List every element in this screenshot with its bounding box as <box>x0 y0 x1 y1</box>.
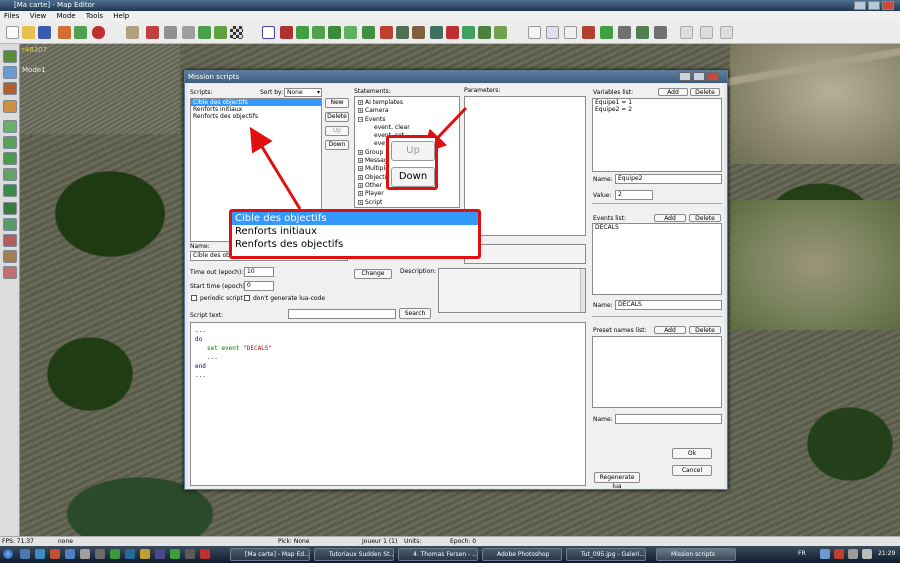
quicklaunch-icon[interactable] <box>140 549 150 559</box>
quicklaunch-icon[interactable] <box>110 549 120 559</box>
status-none: none <box>58 538 73 545</box>
taskbar-item[interactable]: [Ma carte] - Map Ed... <box>230 548 310 561</box>
taskbar-item[interactable]: Mission scripts <box>656 548 736 561</box>
units-readout: Units: <box>404 538 422 545</box>
quicklaunch-icon[interactable] <box>170 549 180 559</box>
quicklaunch-icon[interactable] <box>50 549 60 559</box>
quicklaunch-icon[interactable] <box>95 549 105 559</box>
quicklaunch-icon[interactable] <box>20 549 30 559</box>
start-button-icon[interactable] <box>3 549 13 559</box>
tray-icon[interactable] <box>834 549 844 559</box>
taskbar: [Ma carte] - Map Ed... Tutoriaux Sudden … <box>0 546 900 563</box>
callout-arrows <box>249 106 468 210</box>
tray-icon[interactable] <box>820 549 830 559</box>
taskbar-item[interactable]: Adobe Photoshop <box>482 548 562 561</box>
quicklaunch-icon[interactable] <box>125 549 135 559</box>
network-icon[interactable] <box>848 549 858 559</box>
quicklaunch-icon[interactable] <box>185 549 195 559</box>
callout-up-button: Up <box>391 141 435 161</box>
callout-list-item: Renforts des objectifs <box>235 239 344 250</box>
quicklaunch-icon[interactable] <box>80 549 90 559</box>
language-indicator[interactable]: FR <box>798 550 806 557</box>
epoch-readout: Epoch: 0 <box>450 538 477 545</box>
quicklaunch-icon[interactable] <box>200 549 210 559</box>
callout-arrow-list <box>249 126 302 210</box>
callout-scripts-zoom: Cible des objectifs Renforts initiaux Re… <box>229 209 481 259</box>
callout-buttons-zoom: Up Down <box>386 135 438 190</box>
quicklaunch-icon[interactable] <box>35 549 45 559</box>
fps-readout: FPS: 71.37 <box>2 538 34 545</box>
volume-icon[interactable] <box>862 549 872 559</box>
status-bar: FPS: 71.37 none Pick: None Joueur 1 (1) … <box>0 536 900 546</box>
callout-down-button: Down <box>391 167 435 187</box>
taskbar-item[interactable]: Tut_095.jpg - Galeri... <box>566 548 646 561</box>
callout-list-item: Cible des objectifs <box>232 212 478 225</box>
quicklaunch-icon[interactable] <box>155 549 165 559</box>
quicklaunch-icon[interactable] <box>65 549 75 559</box>
taskbar-item[interactable]: Tutoriaux Sudden St... <box>314 548 394 561</box>
callout-list-item: Renforts initiaux <box>235 226 318 237</box>
player-readout: Joueur 1 (1) <box>362 538 398 545</box>
clock: 21:29 <box>878 550 896 557</box>
pick-readout: Pick: None <box>278 538 310 545</box>
taskbar-item[interactable]: 4. Thomas Fersen - ... <box>398 548 478 561</box>
